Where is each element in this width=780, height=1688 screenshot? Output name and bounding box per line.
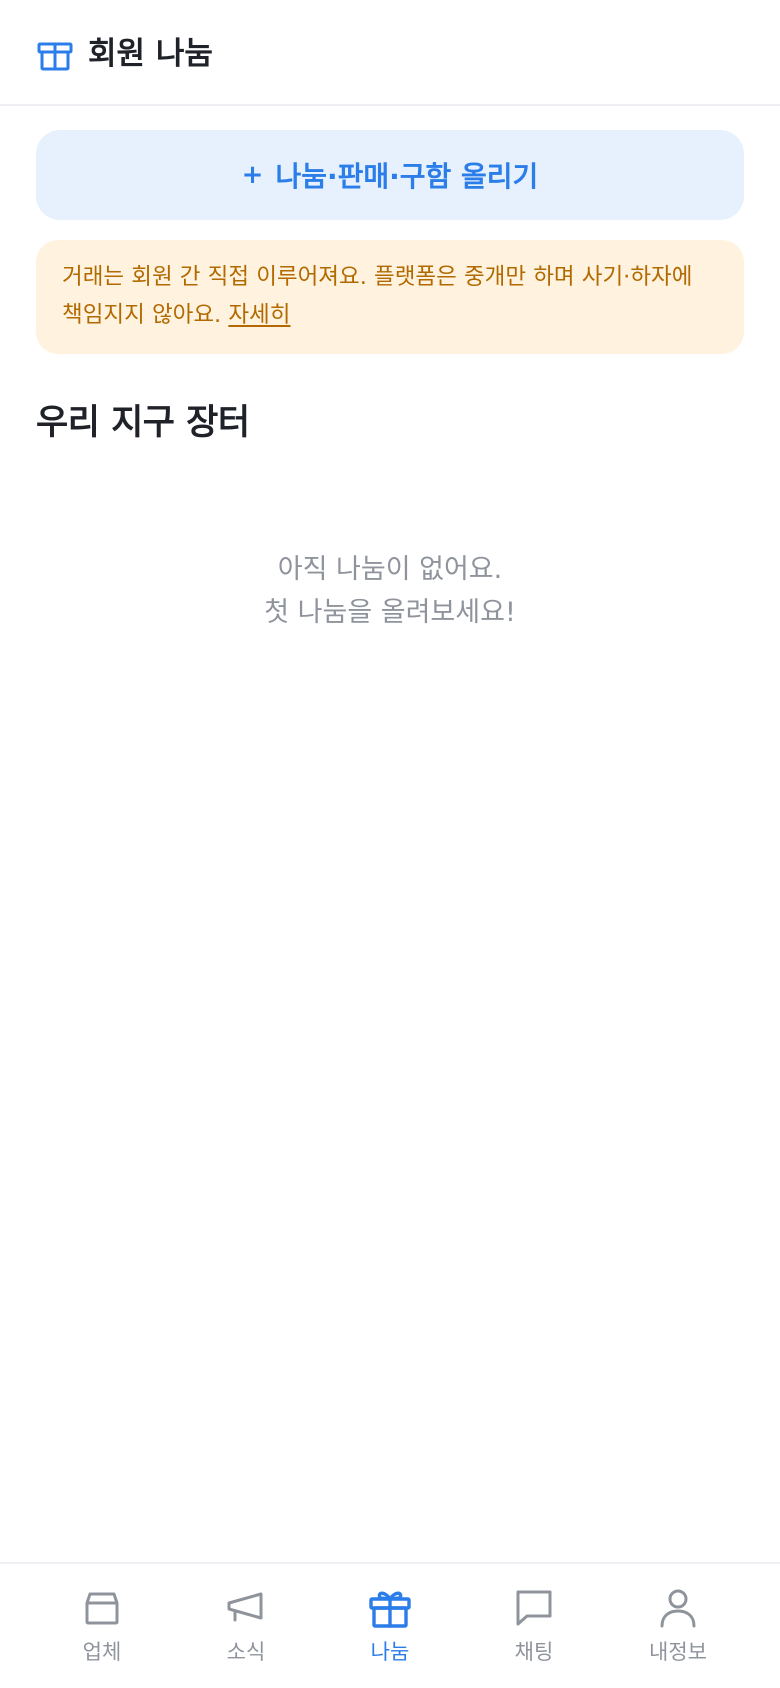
chat-bubble-icon <box>512 1586 556 1630</box>
create-post-button[interactable]: + 나눔·판매·구함 올리기 <box>36 130 744 220</box>
notice-text: 거래는 회원 간 직접 이루어져요. 플랫폼은 중개만 하며 사기·하자에 책임… <box>62 264 693 328</box>
nav-label-profile: 내정보 <box>649 1640 707 1664</box>
top-header: 회원 나눔 <box>0 0 780 106</box>
store-icon <box>80 1586 124 1630</box>
app-root: 회원 나눔 + 나눔·판매·구함 올리기 거래는 회원 간 직접 이루어져요. … <box>0 0 780 1688</box>
nav-item-news[interactable]: 소식 <box>174 1564 318 1688</box>
gift-icon <box>36 40 74 72</box>
nav-label-news: 소식 <box>226 1640 266 1664</box>
nav-label-chat: 채팅 <box>514 1640 554 1664</box>
user-icon <box>656 1586 700 1630</box>
nav-item-store[interactable]: 업체 <box>30 1564 174 1688</box>
empty-state: 아직 나눔이 없어요. 첫 나눔을 올려보세요! <box>0 548 780 634</box>
create-post-label: 나눔·판매·구함 올리기 <box>275 160 539 193</box>
nav-item-profile[interactable]: 내정보 <box>606 1564 750 1688</box>
notice-more-link[interactable]: 자세히 <box>228 302 290 328</box>
nav-label-share: 나눔 <box>370 1640 410 1664</box>
nav-item-chat[interactable]: 채팅 <box>462 1564 606 1688</box>
page-title: 회원 나눔 <box>88 35 213 72</box>
trade-disclaimer-notice: 거래는 회원 간 직접 이루어져요. 플랫폼은 중개만 하며 사기·하자에 책임… <box>36 240 744 354</box>
empty-state-line-1: 아직 나눔이 없어요. <box>277 554 503 585</box>
bottom-nav: 업체 소식 나눔 채팅 내정보 <box>0 1562 780 1688</box>
megaphone-icon <box>224 1586 268 1630</box>
nav-label-store: 업체 <box>82 1640 122 1664</box>
section-title: 우리 지구 장터 <box>36 403 250 443</box>
gift-icon <box>368 1586 412 1630</box>
empty-state-line-2: 첫 나눔을 올려보세요! <box>264 597 516 628</box>
nav-item-share[interactable]: 나눔 <box>318 1564 462 1688</box>
plus-sign: + <box>241 160 264 190</box>
